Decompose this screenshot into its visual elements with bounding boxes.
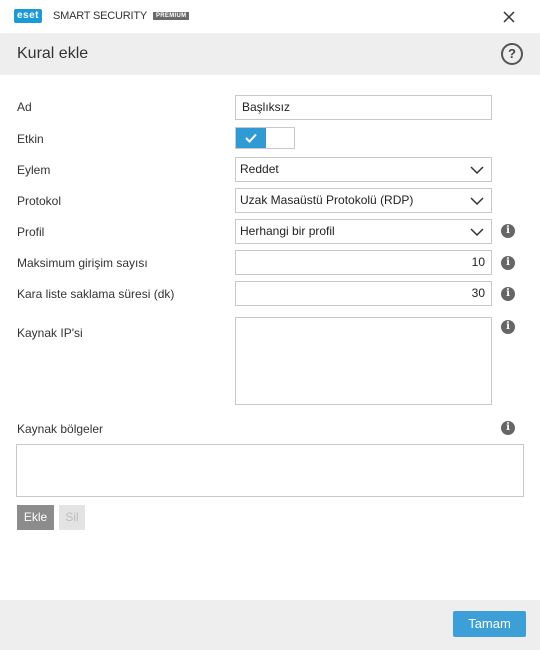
blacklist-retention-input[interactable]: 30 bbox=[235, 281, 492, 306]
info-icon[interactable]: i bbox=[501, 224, 515, 238]
source-ip-textarea[interactable] bbox=[235, 317, 492, 405]
max-attempts-input[interactable]: 10 bbox=[235, 250, 492, 275]
info-icon[interactable]: i bbox=[501, 256, 515, 270]
profile-label: Profil bbox=[17, 225, 45, 239]
source-zones-label: Kaynak bölgeler bbox=[17, 422, 104, 436]
action-label: Eylem bbox=[17, 163, 51, 177]
enabled-label: Etkin bbox=[17, 132, 44, 146]
protocol-value: Uzak Masaüstü Protokolü (RDP) bbox=[240, 193, 414, 207]
info-icon[interactable]: i bbox=[501, 421, 515, 435]
dialog-footer: Tamam bbox=[0, 600, 540, 650]
close-icon[interactable] bbox=[498, 6, 520, 28]
chevron-down-icon bbox=[470, 166, 484, 175]
edition-badge: PREMIUM bbox=[153, 12, 190, 20]
name-label: Ad bbox=[17, 100, 32, 114]
info-icon[interactable]: i bbox=[501, 287, 515, 301]
source-ip-label: Kaynak IP'si bbox=[17, 326, 83, 340]
help-icon[interactable]: ? bbox=[501, 43, 523, 65]
chevron-down-icon bbox=[470, 197, 484, 206]
toggle-on-state bbox=[236, 128, 266, 148]
dialog-header: Kural ekle ? bbox=[0, 33, 540, 75]
name-input[interactable]: Başlıksız bbox=[235, 95, 492, 120]
ok-button[interactable]: Tamam bbox=[453, 611, 526, 637]
page-title: Kural ekle bbox=[17, 45, 89, 62]
enabled-toggle[interactable] bbox=[235, 127, 295, 149]
protocol-label: Protokol bbox=[17, 194, 62, 208]
action-value: Reddet bbox=[240, 162, 279, 176]
checkmark-icon bbox=[245, 133, 257, 143]
info-icon[interactable]: i bbox=[501, 320, 515, 334]
add-button[interactable]: Ekle bbox=[17, 505, 54, 530]
profile-value: Herhangi bir profil bbox=[240, 224, 335, 238]
source-zones-list[interactable] bbox=[16, 444, 524, 497]
blacklist-retention-label: Kara liste saklama süresi (dk) bbox=[17, 287, 175, 301]
product-name: SMART SECURITY bbox=[53, 10, 147, 22]
protocol-select[interactable]: Uzak Masaüstü Protokolü (RDP) bbox=[235, 188, 492, 213]
action-select[interactable]: Reddet bbox=[235, 157, 492, 182]
max-attempts-label: Maksimum girişim sayısı bbox=[17, 256, 148, 270]
eset-logo: eset bbox=[14, 9, 43, 23]
title-bar: eset SMART SECURITY PREMIUM bbox=[0, 0, 540, 33]
remove-button[interactable]: Sil bbox=[59, 505, 85, 530]
profile-select[interactable]: Herhangi bir profil bbox=[235, 219, 492, 244]
chevron-down-icon bbox=[470, 228, 484, 237]
